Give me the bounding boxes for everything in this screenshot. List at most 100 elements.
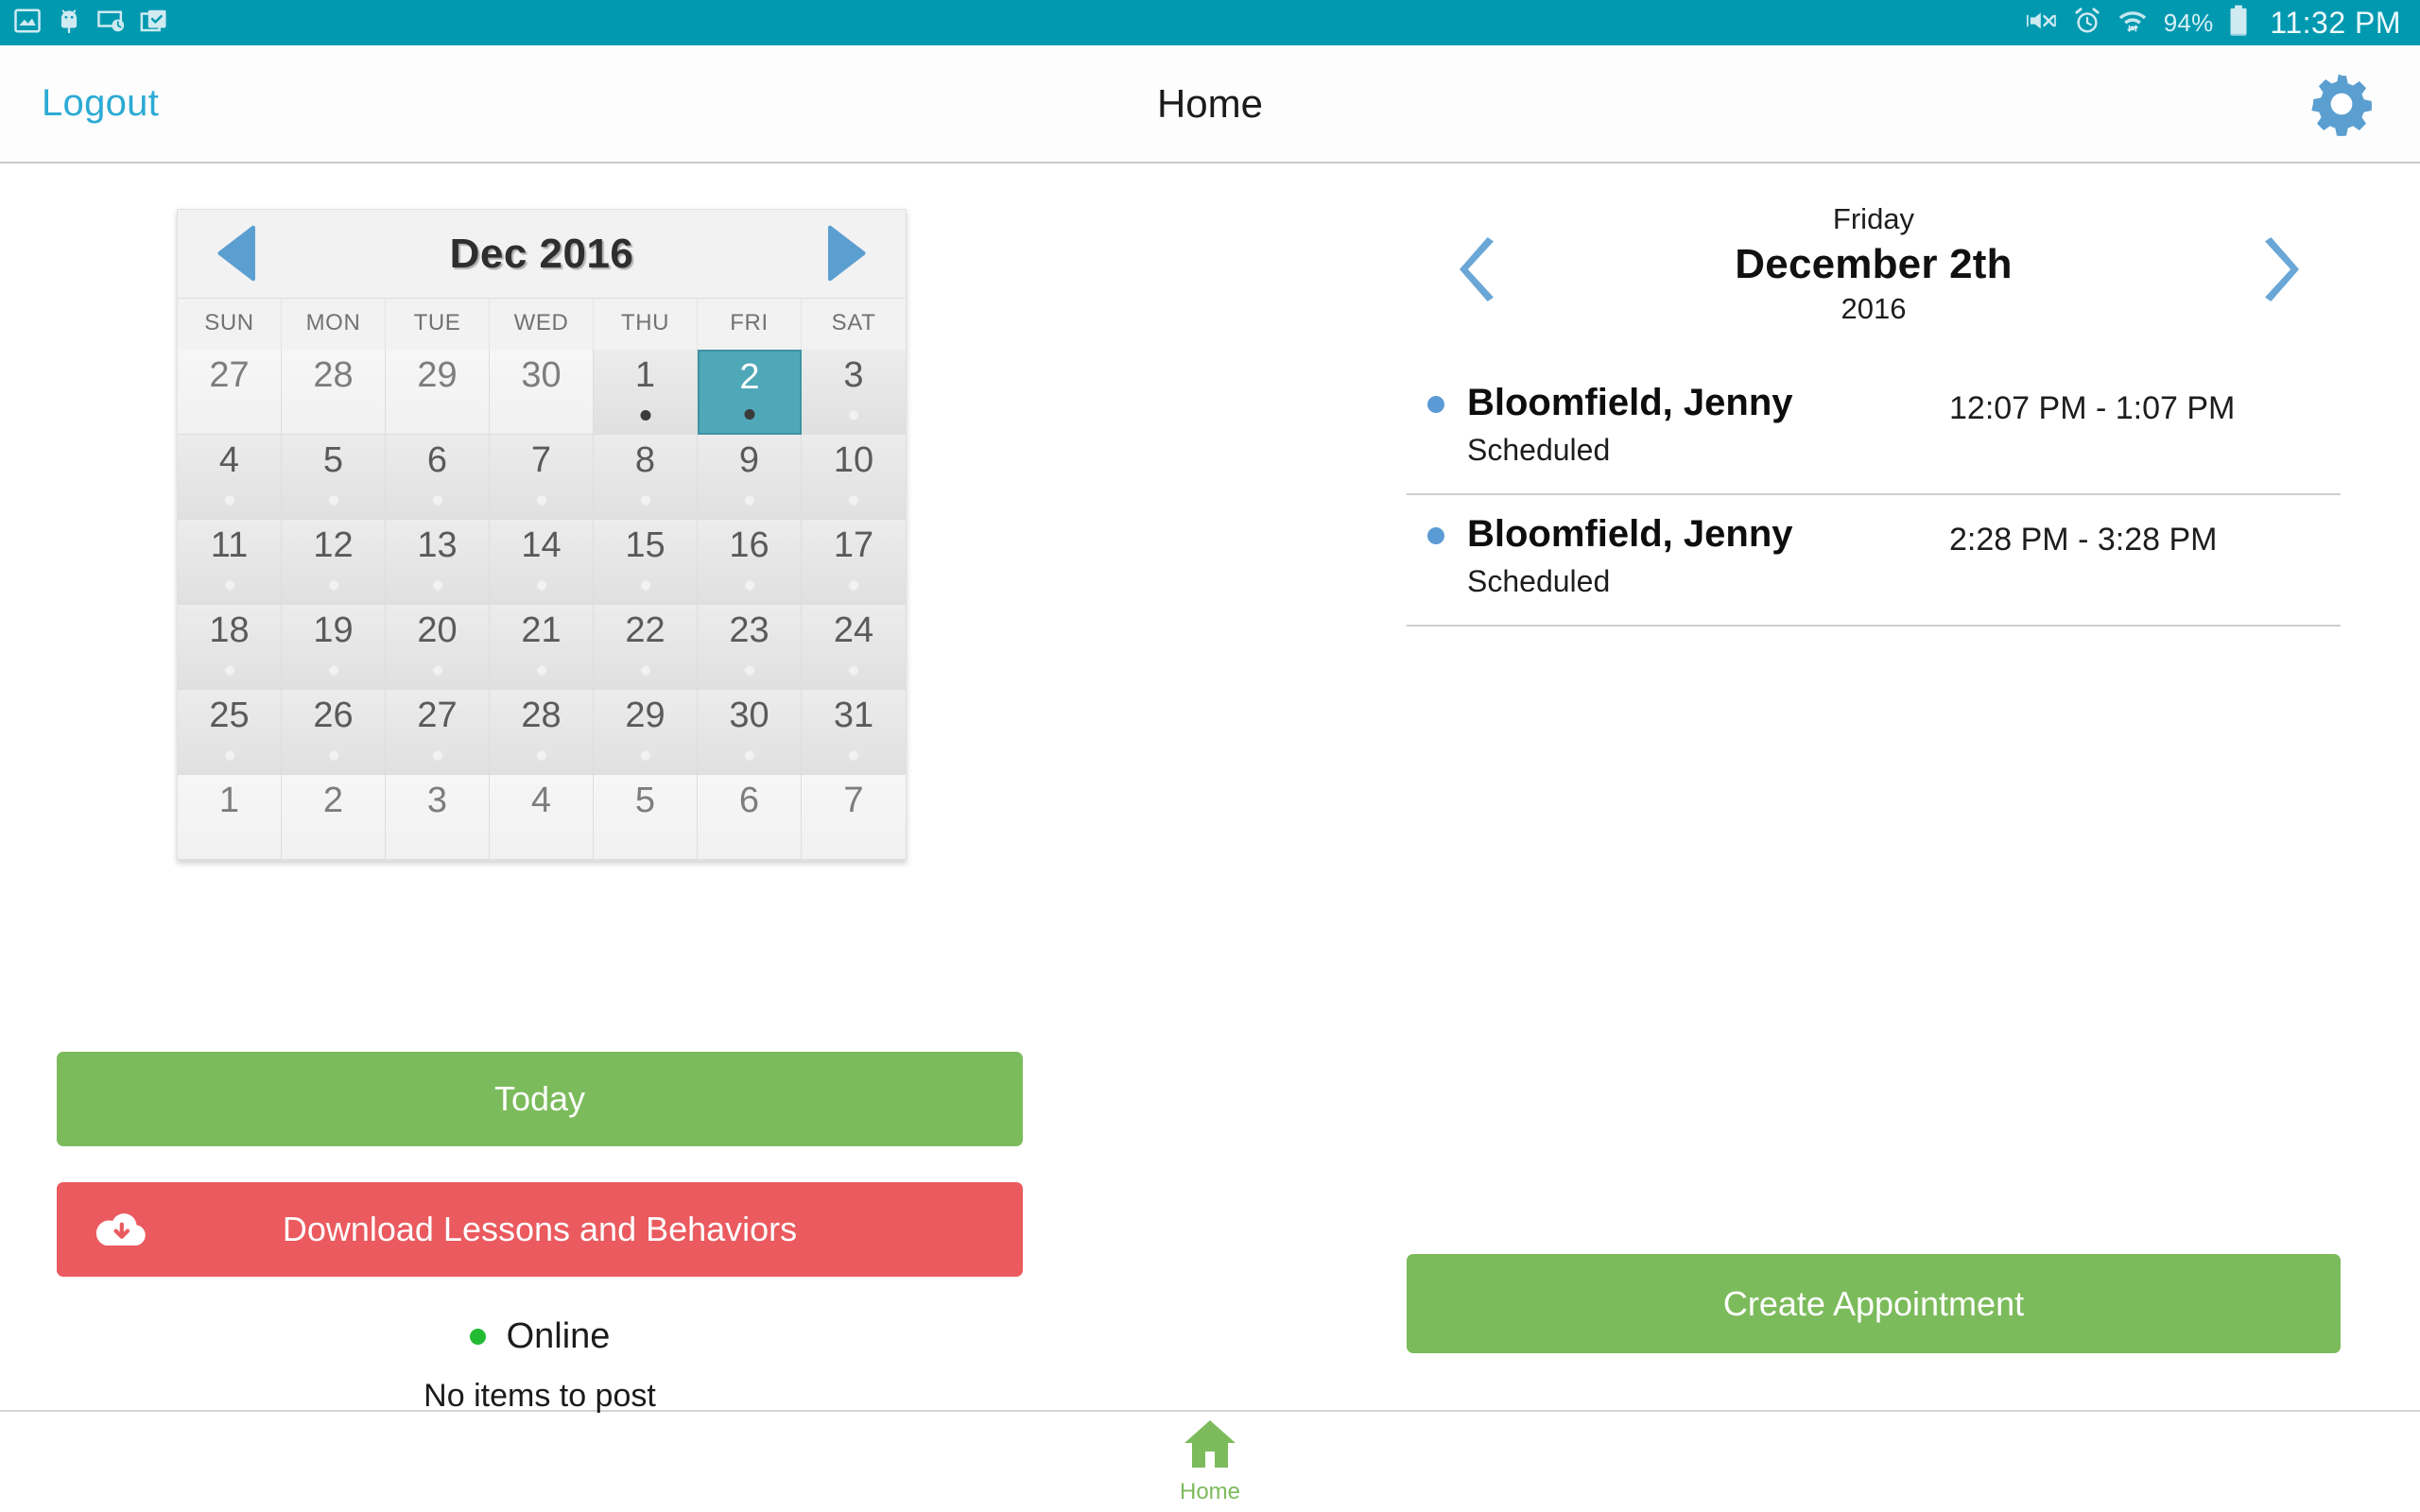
- calendar-day-number: 4: [530, 781, 552, 820]
- calendar-day-number: 25: [209, 696, 250, 735]
- calendar-day-cell[interactable]: 31: [802, 690, 906, 775]
- alarm-clock-icon: [2073, 7, 2101, 40]
- calendar-day-cell[interactable]: 16: [698, 520, 802, 605]
- calendar-day-cell[interactable]: 24: [802, 605, 906, 690]
- online-status: Online: [57, 1316, 1023, 1357]
- calendar-day-number: 11: [210, 525, 249, 565]
- create-appointment-button[interactable]: Create Appointment: [1407, 1254, 2341, 1353]
- calendar-day-number: 28: [313, 355, 354, 395]
- chevron-left-icon[interactable]: [1460, 237, 1497, 301]
- calendar-day-cell[interactable]: 30: [490, 350, 594, 435]
- calendar-day-cell[interactable]: 25: [178, 690, 282, 775]
- appointment-list: Bloomfield, Jenny Scheduled 12:07 PM - 1:0…: [1407, 364, 2341, 627]
- calendar-day-cell[interactable]: 21: [490, 605, 594, 690]
- calendar-day-cell[interactable]: 11: [178, 520, 282, 605]
- day-date-label: December 2th: [1735, 240, 2013, 287]
- download-lessons-button[interactable]: Download Lessons and Behaviors: [57, 1182, 1023, 1277]
- calendar-day-number: 1: [218, 781, 240, 820]
- calendar-header: Dec 2016: [178, 210, 906, 298]
- calendar-day-cell[interactable]: 18: [178, 605, 282, 690]
- calendar-weekday-header: SUN MON TUE WED THU FRI SAT: [178, 298, 906, 350]
- calendar-day-cell[interactable]: 19: [282, 605, 386, 690]
- calendar-day-cell[interactable]: 4: [490, 775, 594, 860]
- calendar-empty-dot: [224, 495, 234, 506]
- triangle-left-icon[interactable]: [216, 225, 257, 284]
- calendar-day-cell[interactable]: 5: [594, 775, 698, 860]
- calendar-day-number: 3: [843, 355, 864, 395]
- home-icon: [1183, 1418, 1237, 1474]
- calendar-day-cell[interactable]: 12: [282, 520, 386, 605]
- nav-item-home[interactable]: Home: [1180, 1418, 1240, 1505]
- calendar-day-cell[interactable]: 9: [698, 435, 802, 520]
- day-weekday-label: Friday: [1832, 202, 1915, 235]
- calendar-day-cell[interactable]: 8: [594, 435, 698, 520]
- calendar-empty-dot: [536, 580, 546, 591]
- calendar-day-cell[interactable]: 23: [698, 605, 802, 690]
- calendar-empty-dot: [848, 495, 859, 506]
- appointment-row[interactable]: Bloomfield, Jenny Scheduled 12:07 PM - 1:0…: [1407, 364, 2341, 496]
- calendar-day-cell[interactable]: 27: [386, 690, 490, 775]
- calendar-day-number: 6: [426, 440, 448, 480]
- calendar-day-number: 12: [313, 525, 354, 565]
- triangle-right-icon[interactable]: [826, 225, 868, 284]
- calendar-empty-dot: [744, 495, 754, 506]
- calendar-day-number: 30: [729, 696, 769, 735]
- calendar-day-number: 3: [426, 781, 448, 820]
- calendar-day-number: 1: [634, 355, 656, 395]
- calendar-day-cell[interactable]: 28: [282, 350, 386, 435]
- calendar-day-cell[interactable]: 2: [698, 350, 802, 435]
- calendar-day-cell[interactable]: 22: [594, 605, 698, 690]
- calendar-day-cell[interactable]: 30: [698, 690, 802, 775]
- main-content: Dec 2016 SUN MON TUE WED THU FRI SAT 27 2…: [0, 163, 2420, 1414]
- calendar-day-cell[interactable]: 3: [802, 350, 906, 435]
- bottom-navigation: Home: [0, 1410, 2420, 1512]
- calendar-day-number: 20: [417, 610, 458, 650]
- calendar-day-cell[interactable]: 28: [490, 690, 594, 775]
- calendar-day-cell[interactable]: 10: [802, 435, 906, 520]
- day-navigation-header: Friday December 2th 2016: [1407, 198, 2341, 339]
- weekday-mon: MON: [282, 299, 386, 350]
- online-dot-icon: [469, 1329, 486, 1345]
- nav-item-home-label: Home: [1179, 1479, 1241, 1504]
- appointment-row[interactable]: Bloomfield, Jenny Scheduled 2:28 PM - 3:28…: [1407, 495, 2341, 627]
- calendar-empty-dot: [224, 665, 234, 676]
- calendar-day-cell[interactable]: 1: [178, 775, 282, 860]
- chevron-right-icon[interactable]: [2261, 237, 2299, 301]
- weekday-wed: WED: [490, 299, 594, 350]
- calendar-empty-dot: [848, 665, 859, 676]
- appointment-status: Scheduled: [1467, 564, 1611, 599]
- calendar-day-number: 29: [417, 355, 458, 395]
- status-bar: 94% 11:32 PM: [0, 0, 2420, 45]
- calendar-day-cell[interactable]: 14: [490, 520, 594, 605]
- calendar-day-cell[interactable]: 2: [282, 775, 386, 860]
- calendar-empty-dot: [328, 580, 338, 591]
- calendar-day-cell[interactable]: 29: [594, 690, 698, 775]
- appointment-main: Bloomfield, Jenny Scheduled: [1467, 379, 1949, 471]
- calendar-day-cell[interactable]: 6: [386, 435, 490, 520]
- calendar-day-cell[interactable]: 6: [698, 775, 802, 860]
- status-bar-system-icons: 94% 11:32 PM: [2026, 5, 2401, 42]
- calendar-day-cell[interactable]: 5: [282, 435, 386, 520]
- calendar-day-cell[interactable]: 3: [386, 775, 490, 860]
- gear-icon[interactable]: [2305, 67, 2378, 141]
- calendar-empty-dot: [432, 580, 442, 591]
- day-header-center: Friday December 2th 2016: [1407, 198, 2341, 328]
- calendar-day-cell[interactable]: 29: [386, 350, 490, 435]
- today-button[interactable]: Today: [57, 1052, 1023, 1146]
- calendar-day-cell[interactable]: 4: [178, 435, 282, 520]
- calendar-empty-dot: [224, 580, 234, 591]
- calendar-day-cell[interactable]: 7: [490, 435, 594, 520]
- calendar-day-cell[interactable]: 26: [282, 690, 386, 775]
- calendar-day-cell[interactable]: 17: [802, 520, 906, 605]
- calendar-day-number: 2: [739, 357, 760, 397]
- calendar-day-cell[interactable]: 1: [594, 350, 698, 435]
- calendar-day-cell[interactable]: 13: [386, 520, 490, 605]
- weekday-sun: SUN: [178, 299, 282, 350]
- calendar-day-cell[interactable]: 7: [802, 775, 906, 860]
- calendar-day-cell[interactable]: 27: [178, 350, 282, 435]
- calendar-empty-dot: [536, 665, 546, 676]
- calendar-empty-dot: [744, 580, 754, 591]
- checked-bag-icon: [140, 7, 168, 40]
- calendar-day-cell[interactable]: 20: [386, 605, 490, 690]
- calendar-day-cell[interactable]: 15: [594, 520, 698, 605]
